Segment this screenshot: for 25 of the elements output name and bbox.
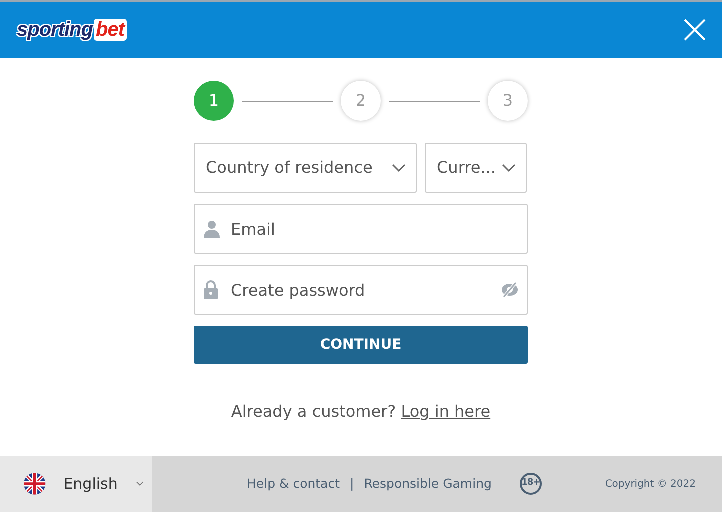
person-icon: [203, 220, 221, 238]
lock-icon: [203, 280, 219, 300]
step-indicator: 2: [341, 81, 381, 121]
chevron-icon: [502, 164, 516, 172]
email-field[interactable]: Email: [194, 204, 528, 254]
step-indicator: 1: [194, 81, 234, 121]
flag-icon: [24, 472, 46, 496]
password-field[interactable]: Create password: [194, 265, 528, 315]
chevron-icon: [136, 481, 144, 487]
currency-select[interactable]: Curre...: [425, 143, 527, 193]
separator: |: [350, 474, 354, 493]
eye-slash-icon[interactable]: [501, 282, 519, 298]
copyright-text: Copyright © 2022: [605, 478, 696, 492]
continue-button[interactable]: CONTINUE: [194, 326, 528, 364]
step-indicator: 3: [488, 81, 528, 121]
close-icon[interactable]: [684, 19, 706, 41]
age-badge: 18+: [520, 473, 542, 495]
login-link[interactable]: Log in here: [401, 402, 491, 421]
country-select[interactable]: Country of residence: [194, 143, 417, 193]
login-prompt: Already a customer? Log in here: [230, 401, 492, 423]
logo: sportingbet: [17, 18, 126, 43]
language-selector[interactable]: English: [0, 456, 152, 512]
footer-link[interactable]: Help & contact: [247, 474, 340, 494]
footer-link[interactable]: Responsible Gaming: [364, 474, 492, 494]
chevron-icon: [392, 164, 406, 172]
